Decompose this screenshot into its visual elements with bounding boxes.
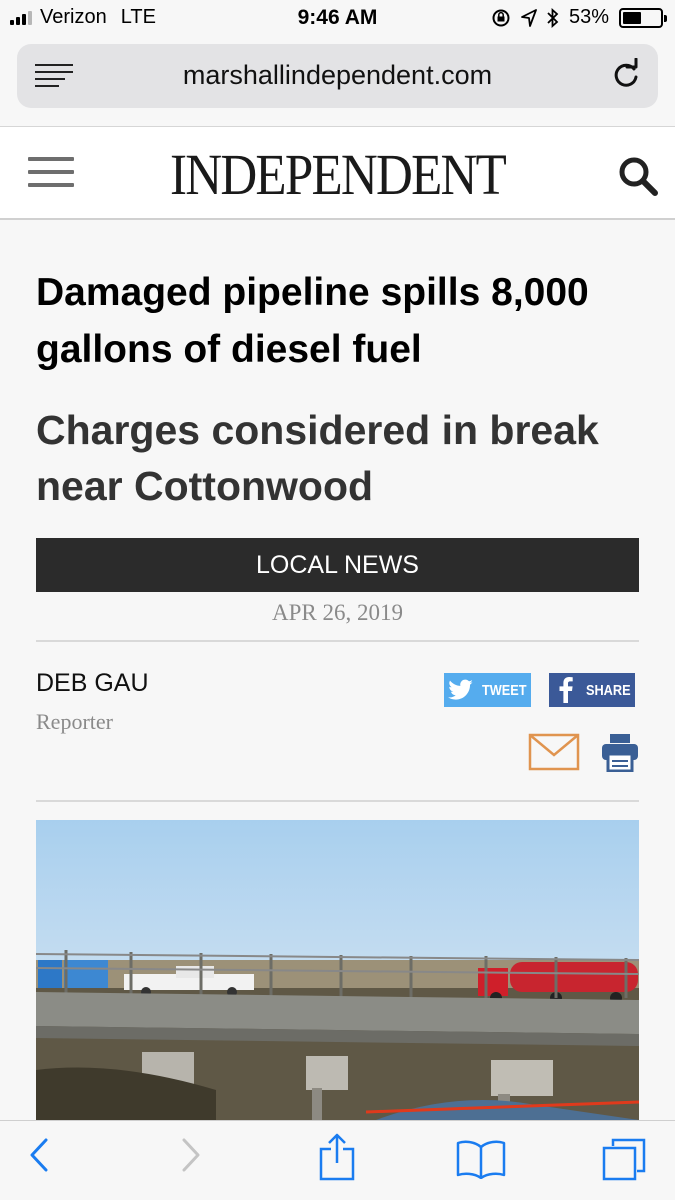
share-icon[interactable]: [318, 1133, 356, 1181]
search-icon[interactable]: [617, 155, 659, 197]
chevron-right-icon[interactable]: [180, 1137, 202, 1173]
twitter-bird-icon: [444, 673, 478, 707]
mail-icon[interactable]: [528, 733, 580, 771]
status-right: 53%: [491, 6, 667, 29]
chevron-left-icon[interactable]: [28, 1137, 50, 1173]
book-icon[interactable]: [456, 1139, 506, 1179]
status-bar: Verizon LTE 9:46 AM 53%: [0, 0, 675, 38]
share-label: SHARE: [586, 681, 632, 699]
tweet-label: TWEET: [481, 681, 527, 699]
bluetooth-icon: [547, 7, 559, 28]
article-headline: Damaged pipeline spills 8,000 gallons of…: [36, 271, 589, 371]
url-bar[interactable]: marshallindependent.com: [17, 44, 658, 108]
facebook-share-button[interactable]: SHARE: [549, 673, 635, 707]
article-photo[interactable]: [36, 820, 639, 1120]
divider: [36, 800, 639, 802]
orientation-lock-icon: [492, 9, 510, 26]
tabs-icon[interactable]: [601, 1137, 647, 1181]
article-date: APR 26, 2019: [272, 600, 403, 625]
location-arrow-icon: [521, 8, 537, 27]
reload-icon[interactable]: [610, 58, 642, 92]
site-logo[interactable]: INDEPENDENT: [41, 145, 635, 205]
battery-percent: 53%: [568, 6, 609, 28]
battery-icon: [619, 7, 667, 28]
url-text[interactable]: marshallindependent.com: [17, 60, 658, 91]
category-label[interactable]: LOCAL NEWS: [36, 538, 639, 592]
article-subheadline: Charges considered in break near Cottonw…: [36, 407, 599, 509]
site-header: INDEPENDENT: [0, 126, 675, 220]
author-role: Reporter: [36, 709, 113, 734]
divider: [36, 640, 639, 642]
tweet-button[interactable]: TWEET: [444, 673, 531, 707]
author-name[interactable]: DEB GAU: [36, 669, 149, 698]
print-icon[interactable]: [601, 732, 639, 772]
facebook-f-icon: [549, 673, 582, 707]
browser-toolbar: [0, 1120, 675, 1200]
